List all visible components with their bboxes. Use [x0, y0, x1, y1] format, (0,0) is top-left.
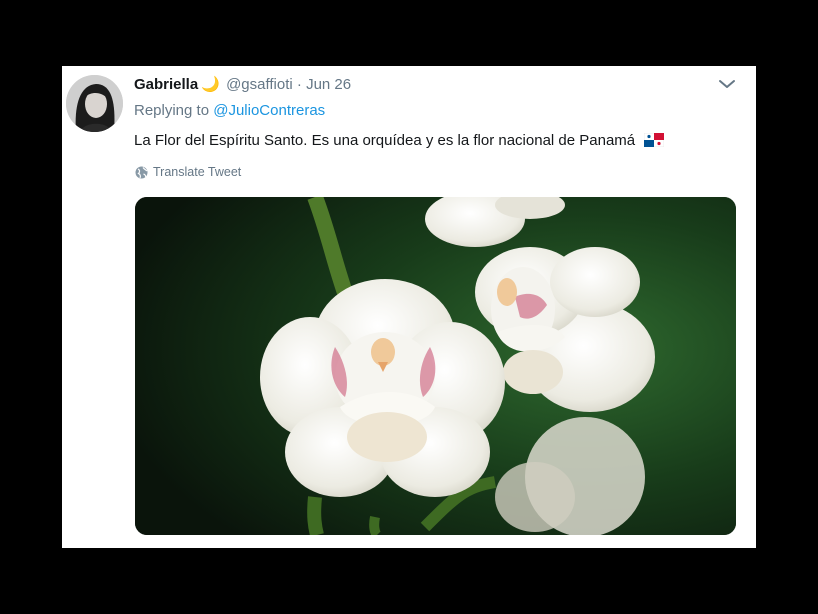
avatar-photo	[66, 75, 123, 132]
avatar[interactable]	[66, 75, 123, 132]
chevron-down-icon[interactable]	[718, 78, 736, 90]
translate-tweet-link[interactable]: Translate Tweet	[135, 165, 241, 179]
panama-flag-icon	[644, 133, 665, 147]
tweet-media-image[interactable]	[135, 197, 736, 535]
reply-mention-link[interactable]: @JulioContreras	[213, 102, 325, 119]
tweet-date[interactable]: Jun 26	[306, 76, 351, 93]
tweet-card[interactable]: Gabriella 🌙 @gsaffioti · Jun 26 Replying …	[62, 66, 756, 548]
crescent-moon-icon: 🌙	[201, 76, 220, 93]
tweet-body: La Flor del Espíritu Santo. Es una orquí…	[134, 132, 636, 149]
translate-label[interactable]: Translate Tweet	[153, 165, 241, 179]
tweet-text: La Flor del Espíritu Santo. Es una orquí…	[134, 132, 665, 149]
globe-icon	[135, 166, 148, 178]
replying-to: Replying to @JulioContreras	[134, 102, 325, 119]
tweet-header: Gabriella 🌙 @gsaffioti · Jun 26	[134, 75, 351, 93]
display-name[interactable]: Gabriella	[134, 76, 198, 93]
orchid-photo	[135, 197, 736, 535]
separator-dot: ·	[292, 76, 307, 93]
replying-prefix: Replying to	[134, 102, 214, 119]
user-handle[interactable]: @gsaffioti	[226, 76, 293, 93]
